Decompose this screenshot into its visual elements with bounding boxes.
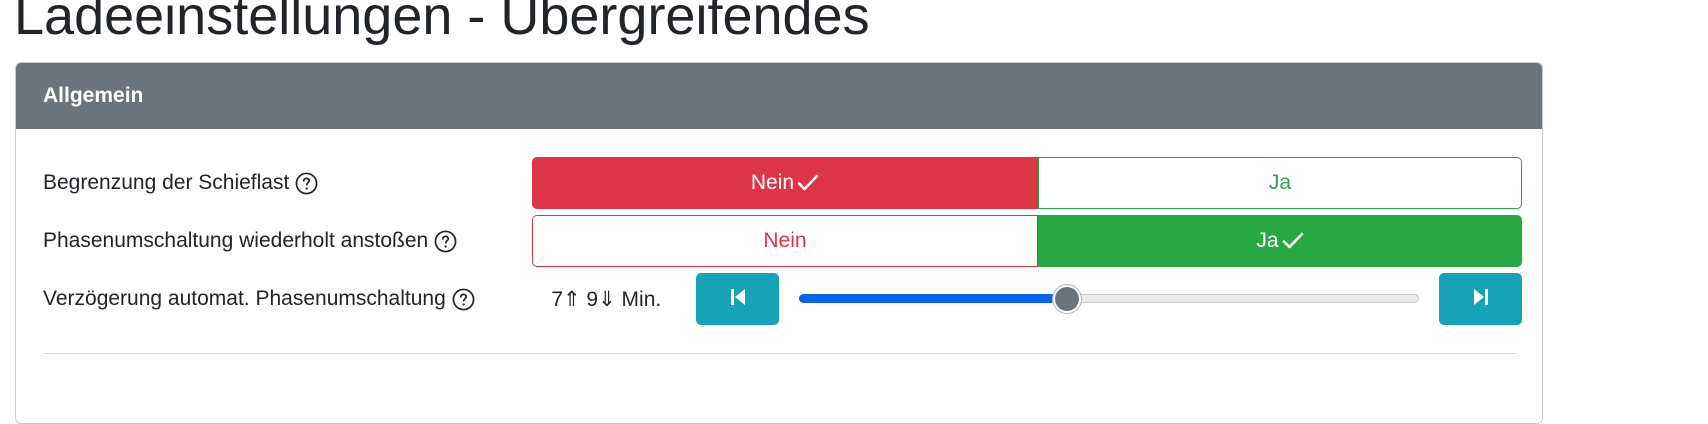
- settings-card: Allgemein Begrenzung der Schieflast Nein…: [15, 62, 1543, 424]
- delay-value: 7⇑ 9⇓ Min.: [551, 287, 662, 311]
- phasenumschaltung-nein-button[interactable]: Nein: [532, 215, 1038, 267]
- skip-forward-icon: [1473, 288, 1489, 311]
- row-phasenumschaltung: Phasenumschaltung wiederholt anstoßen Ne…: [43, 215, 1522, 267]
- verzoegerung-label-group: Verzögerung automat. Phasenumschaltung: [43, 287, 531, 311]
- schieflast-nein-button[interactable]: Nein: [532, 157, 1038, 209]
- delay-slider[interactable]: [799, 273, 1420, 325]
- slider-fill: [799, 294, 1067, 303]
- check-icon: [1282, 231, 1304, 251]
- section-divider: [43, 353, 1517, 354]
- verzoegerung-label: Verzögerung automat. Phasenumschaltung: [43, 287, 446, 310]
- schieflast-label: Begrenzung der Schieflast: [43, 171, 290, 194]
- question-circle-icon[interactable]: [452, 288, 475, 311]
- increment-button[interactable]: [1439, 273, 1523, 325]
- phasenumschaltung-label: Phasenumschaltung wiederholt anstoßen: [43, 229, 429, 252]
- schieflast-ja-label: Ja: [1268, 171, 1292, 194]
- schieflast-ja-button[interactable]: Ja: [1038, 157, 1522, 209]
- page-title: Ladeeinstellungen - Übergreifendes: [14, 0, 870, 46]
- row-schieflast: Begrenzung der Schieflast Nein Ja: [43, 157, 1522, 209]
- schieflast-toggle: Nein Ja: [532, 157, 1522, 209]
- phasenumschaltung-toggle: Nein Ja: [532, 215, 1522, 267]
- card-header: Allgemein: [16, 63, 1542, 129]
- schieflast-label-group: Begrenzung der Schieflast: [43, 171, 532, 195]
- row-verzoegerung: Verzögerung automat. Phasenumschaltung 7…: [43, 273, 1523, 325]
- slider-thumb[interactable]: [1052, 285, 1081, 313]
- phasenumschaltung-nein-label: Nein: [763, 229, 807, 252]
- phasenumschaltung-label-group: Phasenumschaltung wiederholt anstoßen: [43, 229, 532, 253]
- skip-backward-icon: [730, 288, 746, 311]
- question-circle-icon[interactable]: [295, 172, 318, 195]
- check-icon: [797, 173, 819, 193]
- phasenumschaltung-ja-button[interactable]: Ja: [1038, 215, 1522, 267]
- phasenumschaltung-ja-label: Ja: [1256, 229, 1279, 252]
- question-circle-icon[interactable]: [434, 230, 457, 253]
- decrement-button[interactable]: [696, 273, 779, 325]
- schieflast-nein-label: Nein: [750, 171, 795, 194]
